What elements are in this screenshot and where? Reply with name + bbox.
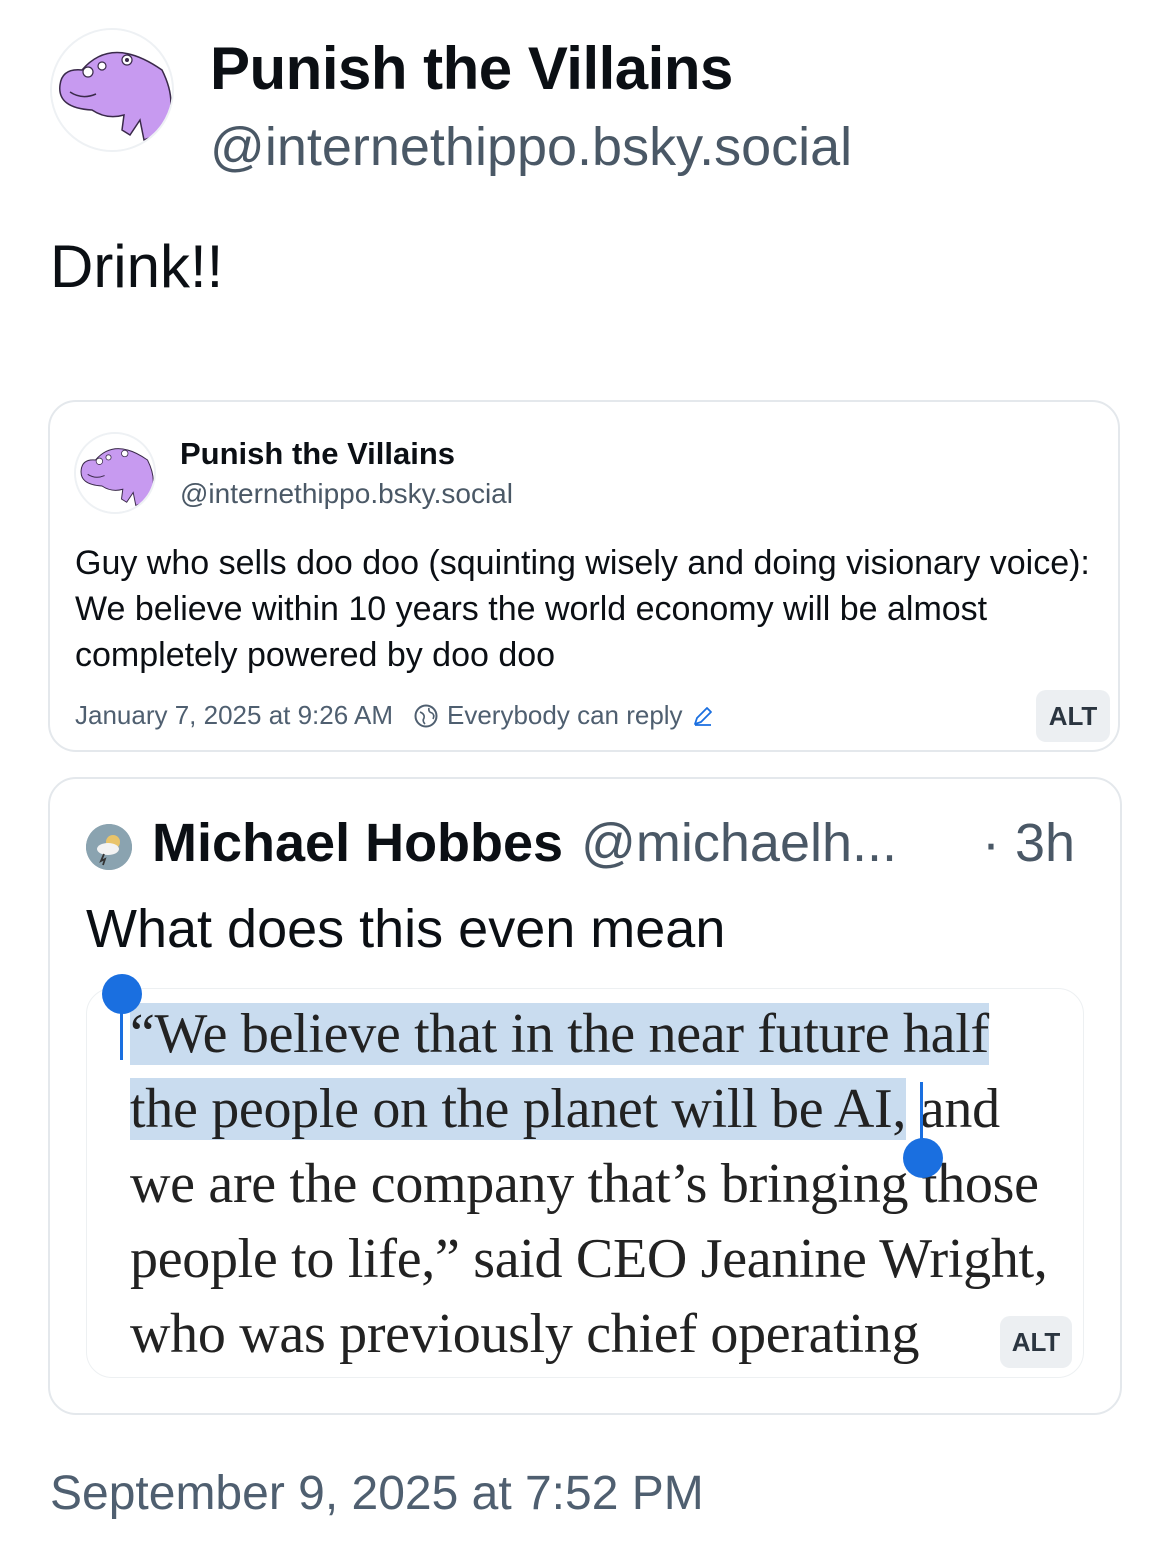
selection-start-caret xyxy=(120,1004,123,1060)
hippo-avatar-icon xyxy=(52,30,172,150)
weather-avatar-icon xyxy=(86,824,132,870)
image-text-line: “We believe that in the near future half xyxy=(130,1003,989,1065)
alt-text-button[interactable]: ALT xyxy=(1000,1316,1072,1368)
author-avatar[interactable] xyxy=(50,28,174,152)
post-timestamp: September 9, 2025 at 7:52 PM xyxy=(50,1467,704,1520)
image-text-line: who was previously chief operating xyxy=(130,1303,920,1365)
image-text-line: the people on the planet will be AI, and xyxy=(130,1078,1000,1140)
quoted-post-text: What does this even mean xyxy=(86,899,726,959)
quoted-author-avatar xyxy=(86,824,132,870)
author-name[interactable]: Punish the Villains xyxy=(210,34,733,103)
embed-author-handle: @internethippo.bsky.social xyxy=(180,478,513,509)
embed-post-meta: January 7, 2025 at 9:26 AM Everybody can… xyxy=(75,700,715,731)
alt-text-button[interactable]: ALT xyxy=(1036,690,1110,742)
embed-author-avatar xyxy=(74,432,156,514)
hippo-avatar-icon xyxy=(76,434,154,512)
author-handle[interactable]: @internethippo.bsky.social xyxy=(210,116,852,178)
image-text-line: people to life,” said CEO Jeanine Wright… xyxy=(130,1228,1048,1290)
quoted-post-time: · 3h xyxy=(982,813,1076,873)
quoted-author-handle[interactable]: @michaelh... xyxy=(581,812,897,874)
selection-end-handle[interactable] xyxy=(903,1138,943,1178)
post-text: Drink!! xyxy=(50,233,224,300)
embed-post-body: Guy who sells doo doo (squinting wisely … xyxy=(75,544,1090,674)
globe-icon xyxy=(413,703,439,729)
embed-author-name: Punish the Villains xyxy=(180,436,456,471)
embed-post-date: January 7, 2025 at 9:26 AM xyxy=(75,700,393,730)
pencil-icon xyxy=(691,704,715,728)
selection-end-caret xyxy=(920,1082,923,1140)
reply-setting: Everybody can reply xyxy=(447,700,683,730)
quoted-author-line: Michael Hobbes @michaelh... xyxy=(152,812,897,874)
quoted-author-name[interactable]: Michael Hobbes xyxy=(152,812,563,874)
